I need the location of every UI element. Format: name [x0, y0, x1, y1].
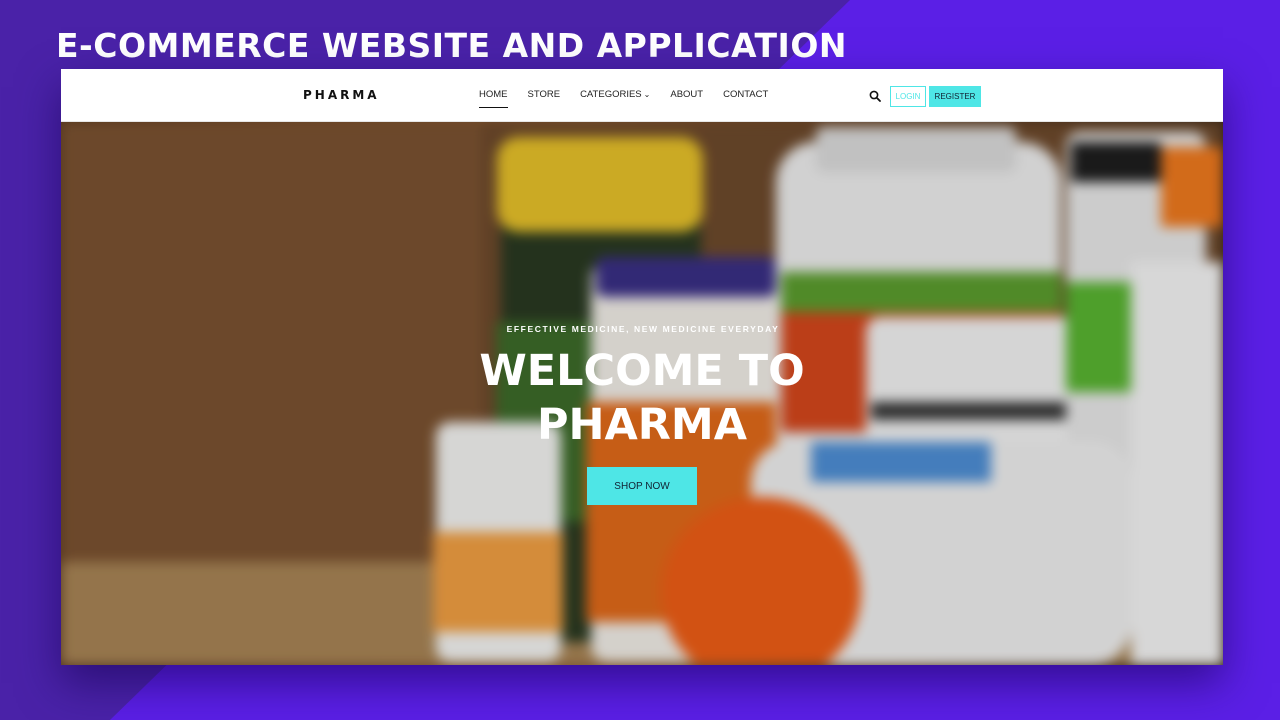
register-button[interactable]: REGISTER — [929, 86, 981, 107]
navbar: PHARMA HOME STORE CATEGORIES ⌄ ABOUT CONT… — [61, 69, 1223, 122]
hero-title-line-2: PHARMA — [537, 400, 747, 450]
nav-menu: HOME STORE CATEGORIES ⌄ ABOUT CONTACT — [479, 89, 788, 108]
login-button[interactable]: LOGIN — [890, 86, 926, 107]
shop-now-button[interactable]: SHOP NOW — [587, 467, 697, 505]
nav-contact[interactable]: CONTACT — [723, 89, 768, 106]
nav-categories[interactable]: CATEGORIES ⌄ — [580, 89, 650, 106]
nav-home-label: HOME — [479, 89, 508, 100]
slide-title: E-COMMERCE WEBSITE AND APPLICATION — [56, 26, 847, 65]
nav-home[interactable]: HOME — [479, 89, 508, 108]
nav-store[interactable]: STORE — [528, 89, 561, 106]
nav-about[interactable]: ABOUT — [670, 89, 703, 106]
nav-categories-label: CATEGORIES — [580, 89, 642, 100]
chevron-down-icon: ⌄ — [643, 90, 651, 99]
hero-title: WELCOME TO PHARMA — [61, 344, 1223, 452]
site-logo[interactable]: PHARMA — [303, 88, 380, 102]
website-screenshot-frame: PHARMA HOME STORE CATEGORIES ⌄ ABOUT CONT… — [61, 69, 1223, 665]
hero-banner: EFFECTIVE MEDICINE, NEW MEDICINE EVERYDA… — [61, 122, 1223, 665]
hero-subtitle: EFFECTIVE MEDICINE, NEW MEDICINE EVERYDA… — [506, 324, 780, 334]
hero-title-line-1: WELCOME TO — [479, 346, 805, 396]
nav-contact-label: CONTACT — [723, 89, 769, 100]
search-icon[interactable] — [869, 90, 881, 102]
nav-about-label: ABOUT — [670, 89, 704, 100]
nav-store-label: STORE — [527, 89, 561, 100]
